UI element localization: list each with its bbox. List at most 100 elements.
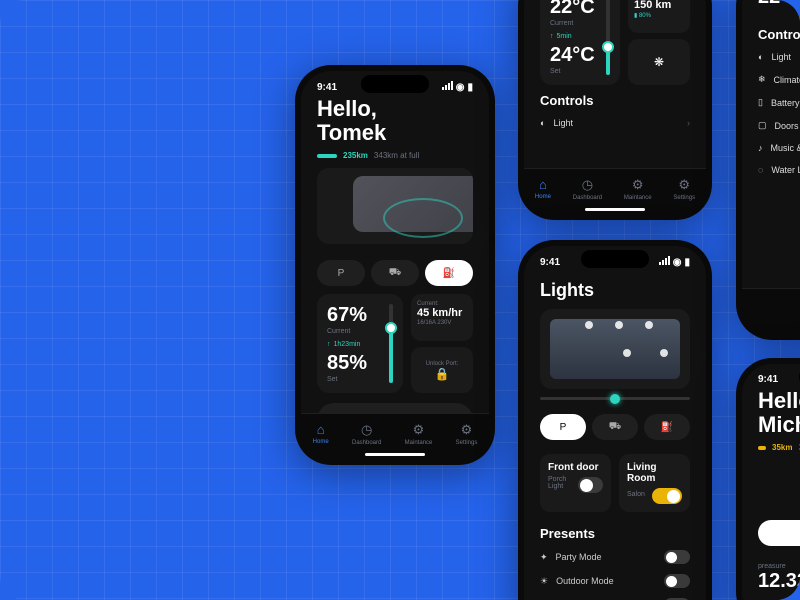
current-sub: 16/16A 230V: [417, 320, 467, 326]
status-bar: 9:41: [742, 364, 800, 389]
fan-card[interactable]: ❋: [628, 39, 690, 86]
home-indicator: [365, 453, 425, 456]
vehicle-image: [317, 168, 473, 244]
living-room-title: Living Room: [627, 462, 682, 484]
distance-batt: ▮ 80%: [634, 12, 684, 19]
tab-home[interactable]: ⌂Home: [313, 422, 329, 445]
battery-icon: ▯: [758, 97, 763, 108]
door-icon: ▢: [758, 120, 767, 131]
mode-fuel[interactable]: ⛽: [425, 260, 473, 286]
presents-title: Presents: [524, 518, 706, 545]
bulb-icon: ◐: [758, 52, 763, 62]
phone-home-charging: 9:41 ◉ ▮ Hello, Tomek 235km 343km at ful…: [295, 65, 495, 465]
preset-sleep[interactable]: ☾Sleep Mode: [524, 593, 706, 600]
greeting-name: Michał: [758, 413, 800, 437]
temp-set: 24°C: [550, 44, 610, 67]
tab-maintance-label: Maintance: [405, 440, 433, 446]
gear-icon: ⚙: [678, 177, 690, 193]
mode-fuel[interactable]: ⛽: [644, 414, 690, 440]
lights-slider[interactable]: [540, 397, 690, 400]
tab-settings[interactable]: ⚙ Settings: [673, 177, 695, 201]
living-room-card[interactable]: Living Room Salon: [619, 454, 690, 512]
front-door-toggle[interactable]: [578, 477, 603, 493]
phone-controls-list: 22°C Controls ◐Light ❄Climate ▯Battery ▢…: [736, 0, 800, 340]
status-icons: ◉ ▮: [441, 81, 473, 93]
control-water[interactable]: ◌ Water L: [742, 159, 800, 181]
charge-set: 85%: [327, 352, 393, 375]
tab-bar: ⌂Home ◷Dashboard ⚙Maintance ⚙ Settings: [524, 168, 706, 214]
tab-dashboard[interactable]: ◷Dashboard: [573, 177, 602, 201]
tab-settings-label: Settings: [673, 195, 695, 201]
charge-time: 1h23min: [334, 341, 361, 348]
wrench-icon: ⚙: [413, 422, 425, 438]
distance-card: Max distance: 150 km ▮ 80%: [628, 0, 690, 33]
mode-park[interactable]: P: [540, 414, 586, 440]
gear-icon: ⚙: [461, 422, 473, 438]
notch: [361, 75, 429, 93]
vehicle-lights-image[interactable]: [540, 309, 690, 389]
control-doors[interactable]: ▢ Doors &: [742, 114, 800, 137]
control-doors-label: Doors &: [775, 121, 800, 131]
unlock-port-card[interactable]: Unlock Port: 🔒: [411, 347, 473, 394]
tab-home-label: Home: [313, 439, 329, 445]
gauge-icon: ◷: [361, 422, 372, 438]
preset-party-toggle[interactable]: [664, 550, 690, 564]
chevron-right-icon: ›: [687, 118, 690, 128]
temp-slider[interactable]: [606, 0, 610, 75]
tab-maintance[interactable]: ⚙ Maintance: [405, 422, 433, 446]
arrow-up-icon: ↑: [327, 341, 331, 348]
current-value: 45 km/hr: [417, 307, 467, 319]
mode-park[interactable]: P: [758, 520, 800, 546]
control-battery[interactable]: ▯Battery: [742, 91, 800, 114]
mode-vehicle[interactable]: ⛟: [371, 260, 419, 286]
tab-dashboard[interactable]: ◷ Dashboard: [352, 422, 381, 446]
control-light[interactable]: ◐Light: [742, 46, 800, 68]
temp-card[interactable]: 22°C Current ↑5min 24°C Set: [540, 0, 620, 85]
mode-vehicle[interactable]: ⛟: [592, 414, 638, 440]
controls-title: Controls: [742, 19, 800, 46]
tab-settings[interactable]: ⚙ Settings: [456, 422, 478, 446]
distance-value: 150 km: [634, 0, 684, 11]
controls-title: Controls: [524, 85, 706, 112]
arrow-up-icon: ↑: [550, 33, 554, 40]
living-room-toggle[interactable]: [652, 488, 682, 504]
front-door-title: Front door: [548, 462, 603, 473]
living-room-sub: Salon: [627, 491, 645, 498]
tab-settings-label: Settings: [456, 440, 478, 446]
tab-home[interactable]: ⌂Home: [535, 177, 551, 200]
range-value: 35km: [772, 443, 792, 452]
status-icons: ◉ ▮: [658, 256, 690, 268]
battery-icon: ▮: [467, 82, 473, 93]
status-time: 9:41: [540, 257, 560, 268]
charge-slider[interactable]: [389, 304, 393, 383]
sparkle-icon: ✦: [540, 552, 548, 563]
tab-dashboard-label: Dashboard: [352, 440, 381, 446]
preset-party[interactable]: ✦ Party Mode: [524, 545, 706, 569]
fan-icon: ❋: [654, 55, 664, 69]
preset-outdoor-toggle[interactable]: [664, 574, 690, 588]
control-water-label: Water L: [771, 165, 800, 175]
fuel-icon: ⛽: [661, 422, 673, 433]
car-icon: ⛟: [389, 267, 402, 280]
temp-current: 22°C: [550, 0, 610, 19]
light-icon: ◐: [540, 118, 545, 128]
mode-park[interactable]: P: [317, 260, 365, 286]
home-icon: ⌂: [539, 177, 547, 192]
control-music[interactable]: ♪Music &: [742, 137, 800, 159]
charge-card[interactable]: 67% Current ↑1h23min 85% Set: [317, 294, 403, 393]
control-climate[interactable]: ❄Climate: [742, 68, 800, 91]
lights-title: Lights: [524, 272, 706, 305]
preset-party-label: Party Mode: [556, 552, 602, 562]
preset-outdoor[interactable]: ☀Outdoor Mode: [524, 569, 706, 593]
phone-climate: 22°C Current ↑5min 24°C Set Max distance…: [518, 0, 712, 220]
status-time: 9:41: [758, 374, 778, 385]
water-icon: ◌: [758, 165, 763, 175]
front-door-card[interactable]: Front door Porch Light: [540, 454, 611, 512]
signal-icon: [658, 256, 670, 268]
control-climate-label: Climate: [774, 75, 800, 85]
wrench-icon: ⚙: [632, 177, 644, 193]
charge-current-label: Current: [327, 328, 393, 335]
control-light[interactable]: ◐Light ›: [524, 112, 706, 134]
tab-maintance[interactable]: ⚙Maintance: [624, 177, 652, 201]
pressure-label: preasure: [758, 563, 800, 570]
